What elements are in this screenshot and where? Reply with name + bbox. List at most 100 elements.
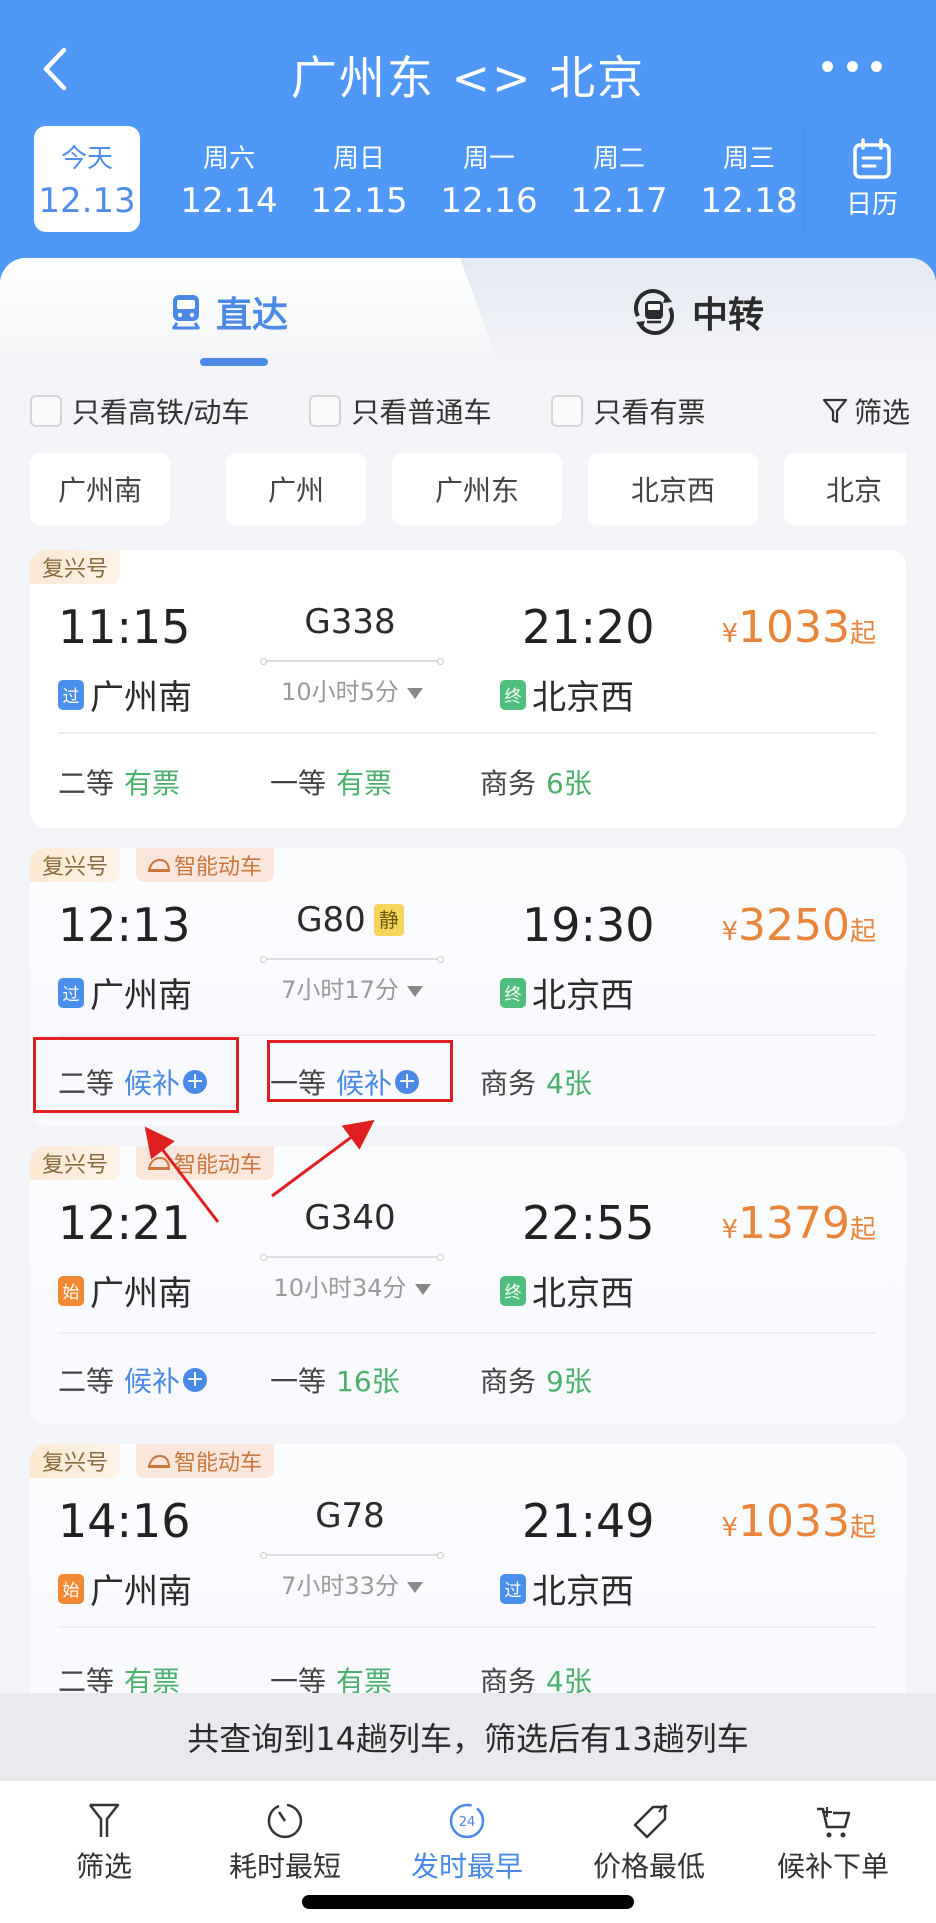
more-button[interactable] — [822, 56, 882, 76]
station-chip[interactable]: 北京 — [784, 453, 906, 525]
station-chip[interactable]: 北京西 — [588, 453, 758, 525]
route-line — [260, 658, 444, 665]
train-icon — [171, 295, 201, 330]
tab-direct[interactable]: 直达 — [170, 286, 288, 338]
terminal-badge: 终 — [500, 679, 526, 710]
date-item[interactable]: 周二 12.17 — [554, 126, 684, 232]
date-item[interactable]: 周一 12.16 — [424, 126, 554, 232]
date-item[interactable]: 周三 12.18 — [684, 126, 814, 232]
price: ¥3250起 — [721, 900, 876, 951]
dropdown-triangle-icon — [406, 687, 423, 699]
calendar-button[interactable]: 日历 — [830, 138, 914, 221]
seat-second-class: 二等 有票 — [58, 767, 181, 800]
price: ¥1033起 — [721, 602, 876, 653]
annotation-highlight-box — [267, 1040, 453, 1102]
date-item[interactable]: 周六 12.14 — [164, 126, 294, 232]
station-chip[interactable]: 广州东 — [392, 453, 562, 525]
route-line — [260, 1254, 444, 1261]
duration[interactable]: 10小时34分 — [242, 1268, 462, 1303]
filter-button[interactable]: 筛选 — [822, 391, 910, 431]
station-chip[interactable]: 广州南 — [30, 453, 170, 525]
transfer-train-icon — [634, 289, 674, 335]
origin-badge: 始 — [58, 1275, 84, 1306]
departure-station: 过广州南 — [58, 670, 192, 719]
bullet-train-icon — [148, 1454, 171, 1468]
terminal-badge: 终 — [500, 977, 526, 1008]
departure-time: 11:15 — [58, 600, 191, 654]
seat-first-class: 一等 16张 — [270, 1365, 400, 1398]
annotation-highlight-box — [33, 1037, 239, 1113]
dropdown-triangle-icon — [406, 1581, 423, 1593]
route-line — [260, 956, 444, 963]
train-card[interactable]: 复兴号 智能动车 12:21 G340 10小时34分 22:55 始广州南 终… — [30, 1146, 906, 1424]
fuxing-tag: 复兴号 — [30, 1444, 121, 1478]
departure-time: 12:13 — [58, 898, 191, 952]
departure-time: 12:21 — [58, 1196, 191, 1250]
more-dots-icon — [822, 60, 833, 72]
divider — [58, 1626, 876, 1628]
pass-badge: 过 — [58, 977, 84, 1008]
date-selector: 今天 12.13 周六 12.14 周日 12.15 周一 12.16 周二 1… — [34, 126, 814, 234]
train-card[interactable]: 复兴号 11:15 G338 10小时5分 21:20 过广州南 终北京西 ¥1… — [30, 550, 906, 828]
duration[interactable]: 7小时17分 — [242, 970, 462, 1005]
nav-bar: 广州东 <> 北京 — [0, 30, 936, 110]
arrival-station: 终北京西 — [500, 968, 634, 1017]
tab-transfer[interactable]: 中转 — [630, 286, 764, 338]
seat-first-class: 一等 有票 — [270, 767, 393, 800]
train-number: G340 — [304, 1198, 396, 1238]
date-item-today[interactable]: 今天 12.13 — [34, 126, 140, 232]
departure-station: 始广州南 — [58, 1564, 192, 1613]
date-item[interactable]: 周日 12.15 — [294, 126, 424, 232]
pass-badge: 过 — [58, 679, 84, 710]
sort-lowest-price-button[interactable]: 价格最低 — [586, 1801, 712, 1885]
high-speed-only-checkbox[interactable]: 只看高铁/动车 — [30, 391, 249, 431]
route-line — [260, 1552, 444, 1559]
home-indicator — [302, 1895, 634, 1909]
train-number: G80 静 — [260, 900, 440, 940]
duration[interactable]: 7小时33分 — [242, 1566, 462, 1601]
seat-second-class-waitlist[interactable]: 二等 候补 + — [58, 1360, 208, 1400]
seat-business-class: 商务 4张 — [480, 1067, 592, 1100]
svg-text:24: 24 — [459, 1815, 476, 1830]
smart-emu-tag: 智能动车 — [136, 1444, 275, 1478]
arrival-time: 21:20 — [522, 600, 655, 654]
dropdown-triangle-icon — [406, 985, 423, 997]
sort-filter-button[interactable]: 筛选 — [62, 1801, 146, 1885]
clock-24-icon: 24 — [449, 1803, 485, 1839]
divider — [58, 1332, 876, 1334]
seat-business-class: 商务 9张 — [480, 1365, 592, 1398]
filter-icon — [89, 1803, 120, 1837]
regular-only-checkbox[interactable]: 只看普通车 — [309, 391, 491, 431]
fuxing-tag: 复兴号 — [30, 848, 121, 882]
timer-icon — [267, 1803, 303, 1839]
arrival-time: 19:30 — [522, 898, 655, 952]
dropdown-triangle-icon — [414, 1283, 431, 1295]
fuxing-tag: 复兴号 — [30, 1146, 121, 1180]
station-chips: 广州南 广州 广州东 北京西 北京 — [30, 453, 906, 525]
terminal-badge: 终 — [500, 1275, 526, 1306]
add-waitlist-icon: + — [183, 1368, 208, 1392]
quiet-car-badge: 静 — [373, 904, 404, 936]
filter-row: 只看高铁/动车 只看普通车 只看有票 筛选 — [30, 386, 910, 436]
available-only-checkbox[interactable]: 只看有票 — [551, 391, 705, 431]
waitlist-order-button[interactable]: 候补下单 — [770, 1801, 896, 1885]
seat-business-class: 商务 6张 — [480, 767, 592, 800]
station-chip[interactable]: 广州 — [226, 453, 366, 525]
smart-emu-tag: 智能动车 — [136, 848, 275, 882]
train-number: G78 — [315, 1496, 385, 1536]
sort-earliest-departure-button[interactable]: 24 发时最早 — [404, 1801, 530, 1885]
departure-station: 过广州南 — [58, 968, 192, 1017]
sort-shortest-duration-button[interactable]: 耗时最短 — [222, 1801, 348, 1885]
arrival-time: 22:55 — [522, 1196, 655, 1250]
price-tag-icon — [633, 1804, 668, 1839]
filter-icon — [822, 398, 848, 424]
divider — [58, 1034, 876, 1036]
bullet-train-icon — [148, 858, 171, 872]
price: ¥1379起 — [721, 1198, 876, 1249]
result-summary-toast: 共查询到14趟列车，筛选后有13趟列车 — [0, 1693, 936, 1781]
page-title: 广州东 <> 北京 — [290, 51, 646, 105]
origin-badge: 始 — [58, 1573, 84, 1604]
arrival-time: 21:49 — [522, 1494, 655, 1548]
divider — [802, 126, 808, 234]
duration[interactable]: 10小时5分 — [242, 672, 462, 707]
